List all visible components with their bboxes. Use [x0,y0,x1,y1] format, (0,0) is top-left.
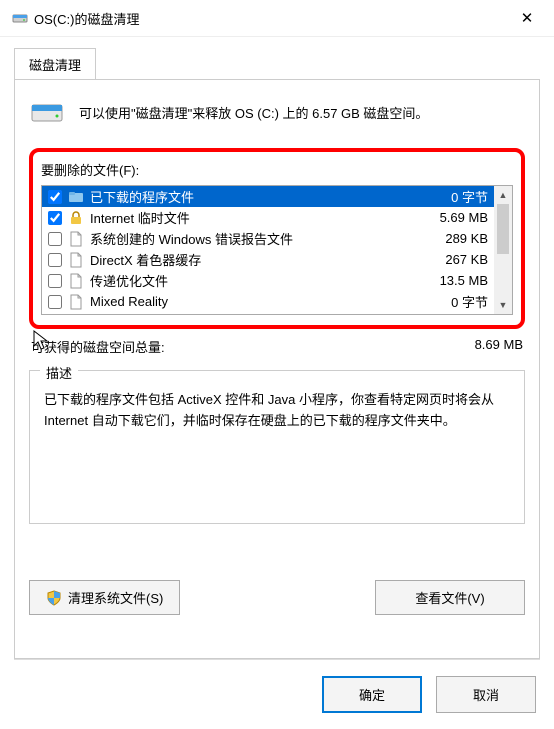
list-item[interactable]: 传递优化文件 13.5 MB [42,270,494,291]
tab-strip: 磁盘清理 [0,37,554,79]
list-item-size: 13.5 MB [418,273,488,288]
list-item-name: Internet 临时文件 [90,208,412,227]
scroll-up-button[interactable]: ▲ [494,186,512,204]
list-item-name: 系统创建的 Windows 错误报告文件 [90,229,412,248]
clean-system-label: 清理系统文件(S) [68,588,163,607]
list-item-name: DirectX 着色器缓存 [90,250,412,269]
dialog-footer: 确定 取消 [0,660,554,729]
tab-panel: 可以使用"磁盘清理"来释放 OS (C:) 上的 6.57 GB 磁盘空间。 要… [14,79,540,659]
list-item-size: 0 字节 [418,187,488,206]
list-item-checkbox[interactable] [48,253,62,267]
info-text: 可以使用"磁盘清理"来释放 OS (C:) 上的 6.57 GB 磁盘空间。 [79,103,428,122]
file-icon [68,231,84,247]
scroll-thumb[interactable] [497,204,509,254]
ok-button[interactable]: 确定 [322,676,422,713]
list-item-size: 0 字节 [418,292,488,311]
file-list: 已下载的程序文件 0 字节 Internet 临时文件 5.69 MB 系统创建的 Wi… [41,185,513,315]
drive-large-icon [29,94,65,130]
close-button[interactable]: ✕ [512,8,542,28]
description-body: 已下载的程序文件包括 ActiveX 控件和 Java 小程序，你查看特定网页时… [44,390,510,432]
list-item-size: 289 KB [418,231,488,246]
cancel-button[interactable]: 取消 [436,676,536,713]
list-item[interactable]: DirectX 着色器缓存 267 KB [42,249,494,270]
scrollbar[interactable]: ▲ ▼ [494,186,512,314]
list-item-size: 267 KB [418,252,488,267]
shield-icon [46,590,62,606]
list-item[interactable]: Mixed Reality 0 字节 [42,291,494,312]
list-item[interactable]: 已下载的程序文件 0 字节 [42,186,494,207]
view-files-label: 查看文件(V) [415,588,484,607]
list-item[interactable]: Internet 临时文件 5.69 MB [42,207,494,228]
list-item-checkbox[interactable] [48,295,62,309]
file-icon [68,252,84,268]
clean-system-files-button[interactable]: 清理系统文件(S) [29,580,180,615]
highlight-box: 要删除的文件(F): 已下载的程序文件 0 字节 Internet 临时文件 5.69… [29,148,525,329]
tab-disk-cleanup[interactable]: 磁盘清理 [14,48,96,80]
list-item-checkbox[interactable] [48,190,62,204]
list-item-name: 传递优化文件 [90,271,412,290]
window-title: OS(C:)的磁盘清理 [34,9,139,28]
file-icon [68,294,84,310]
folder-icon [68,189,84,205]
list-item-name: Mixed Reality [90,294,412,309]
list-item[interactable]: 系统创建的 Windows 错误报告文件 289 KB [42,228,494,249]
file-icon [68,273,84,289]
list-item-size: 5.69 MB [418,210,488,225]
drive-icon [12,10,28,26]
total-label: 可获得的磁盘空间总量: [31,337,165,356]
view-files-button[interactable]: 查看文件(V) [375,580,525,615]
scroll-down-button[interactable]: ▼ [494,296,512,314]
description-box: 描述 已下载的程序文件包括 ActiveX 控件和 Java 小程序，你查看特定… [29,370,525,524]
lock-icon [68,210,84,226]
list-item-name: 已下载的程序文件 [90,187,412,206]
list-item-checkbox[interactable] [48,211,62,225]
files-to-delete-label: 要删除的文件(F): [41,160,513,179]
titlebar: OS(C:)的磁盘清理 ✕ [0,0,554,37]
list-item-checkbox[interactable] [48,274,62,288]
description-label: 描述 [40,363,78,382]
total-value: 8.69 MB [475,337,523,356]
list-item-checkbox[interactable] [48,232,62,246]
